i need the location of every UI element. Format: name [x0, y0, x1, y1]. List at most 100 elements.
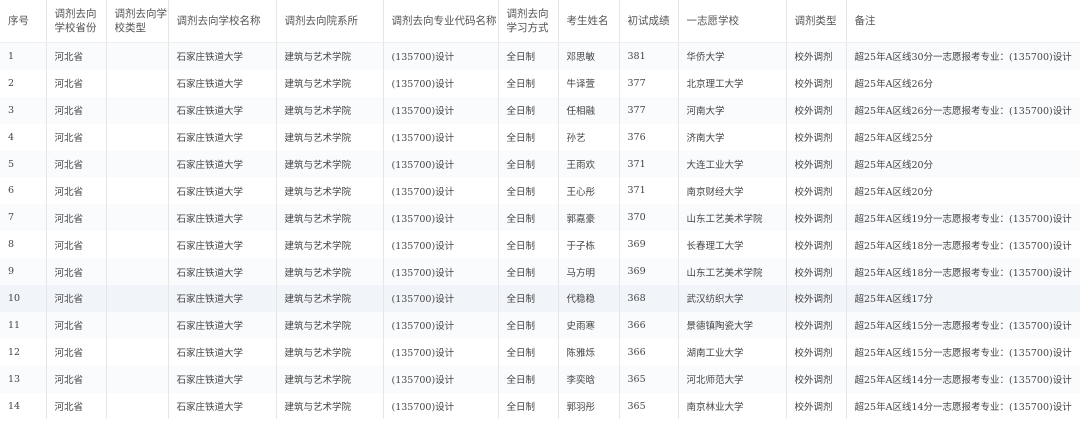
- cell-major: (135700)设计: [383, 231, 499, 259]
- cell-province: 河北省: [46, 311, 107, 339]
- cell-province: 河北省: [46, 177, 107, 205]
- cell-score: 381: [619, 42, 679, 70]
- table-row: 6 河北省 石家庄铁道大学 建筑与艺术学院 (135700)设计 全日制 王心彤 371 南京财…: [0, 177, 1080, 205]
- cell-remarks: 超25年A区线20分: [846, 177, 1080, 205]
- cell-school-type: [106, 123, 169, 151]
- cell-transfer-type: 校外调剂: [786, 69, 847, 97]
- cell-study-mode: 全日制: [498, 311, 559, 339]
- cell-first-choice: 北京理工大学: [678, 69, 787, 97]
- cell-school-name: 石家庄铁道大学: [168, 123, 277, 151]
- cell-school-type: [106, 311, 169, 339]
- cell-first-choice: 河南大学: [678, 96, 787, 124]
- header-major: 调剂去向专业代码名称: [383, 0, 499, 43]
- cell-score: 377: [619, 69, 679, 97]
- cell-school-name: 石家庄铁道大学: [168, 231, 277, 259]
- cell-first-choice: 山东工艺美术学院: [678, 258, 787, 286]
- cell-remarks: 超25年A区线19分一志愿报考专业：(135700)设计: [846, 204, 1080, 232]
- cell-remarks: 超25年A区线25分: [846, 123, 1080, 151]
- table-row: 12 河北省 石家庄铁道大学 建筑与艺术学院 (135700)设计 全日制 陈雅烁 366 湖南…: [0, 338, 1080, 366]
- table-row: 4 河北省 石家庄铁道大学 建筑与艺术学院 (135700)设计 全日制 孙艺 376 济南大学…: [0, 123, 1080, 151]
- cell-school-type: [106, 392, 169, 420]
- cell-department: 建筑与艺术学院: [276, 392, 384, 420]
- cell-transfer-type: 校外调剂: [786, 42, 847, 70]
- cell-department: 建筑与艺术学院: [276, 204, 384, 232]
- cell-province: 河北省: [46, 123, 107, 151]
- cell-score: 376: [619, 123, 679, 151]
- cell-first-choice: 大连工业大学: [678, 150, 787, 178]
- cell-school-type: [106, 365, 169, 393]
- cell-transfer-type: 校外调剂: [786, 338, 847, 366]
- cell-school-type: [106, 150, 169, 178]
- cell-school-name: 石家庄铁道大学: [168, 285, 277, 312]
- cell-remarks: 超25年A区线14分一志愿报考专业：(135700)设计: [846, 365, 1080, 393]
- cell-department: 建筑与艺术学院: [276, 311, 384, 339]
- cell-study-mode: 全日制: [498, 338, 559, 366]
- cell-study-mode: 全日制: [498, 96, 559, 124]
- cell-school-name: 石家庄铁道大学: [168, 258, 277, 286]
- cell-remarks: 超25年A区线14分一志愿报考专业：(135700)设计: [846, 392, 1080, 420]
- cell-score: 365: [619, 365, 679, 393]
- cell-province: 河北省: [46, 204, 107, 232]
- cell-first-choice: 武汉纺织大学: [678, 285, 787, 312]
- header-province: 调剂去向学校省份: [46, 0, 107, 43]
- table-row: 5 河北省 石家庄铁道大学 建筑与艺术学院 (135700)设计 全日制 王雨欢 371 大连工…: [0, 150, 1080, 178]
- cell-first-choice: 河北师范大学: [678, 365, 787, 393]
- cell-study-mode: 全日制: [498, 204, 559, 232]
- cell-first-choice: 南京林业大学: [678, 392, 787, 420]
- cell-school-type: [106, 177, 169, 205]
- cell-transfer-type: 校外调剂: [786, 96, 847, 124]
- cell-student-name: 史雨寒: [558, 311, 620, 339]
- cell-remarks: 超25年A区线18分一志愿报考专业：(135700)设计: [846, 258, 1080, 286]
- cell-transfer-type: 校外调剂: [786, 231, 847, 259]
- table-row: 2 河北省 石家庄铁道大学 建筑与艺术学院 (135700)设计 全日制 牛译萱 377 北京理…: [0, 69, 1080, 97]
- cell-transfer-type: 校外调剂: [786, 311, 847, 339]
- cell-first-choice: 济南大学: [678, 123, 787, 151]
- cell-school-name: 石家庄铁道大学: [168, 365, 277, 393]
- cell-score: 366: [619, 311, 679, 339]
- header-score: 初试成绩: [619, 0, 679, 43]
- cell-department: 建筑与艺术学院: [276, 338, 384, 366]
- header-transfer-type: 调剂类型: [786, 0, 847, 43]
- cell-major: (135700)设计: [383, 204, 499, 232]
- cell-index: 10: [0, 285, 47, 312]
- cell-department: 建筑与艺术学院: [276, 96, 384, 124]
- cell-major: (135700)设计: [383, 285, 499, 312]
- cell-major: (135700)设计: [383, 42, 499, 70]
- cell-department: 建筑与艺术学院: [276, 42, 384, 70]
- table-body: 1 河北省 石家庄铁道大学 建筑与艺术学院 (135700)设计 全日制 邓思敏 381 华侨大…: [0, 42, 1080, 420]
- cell-province: 河北省: [46, 338, 107, 366]
- cell-first-choice: 南京财经大学: [678, 177, 787, 205]
- cell-index: 9: [0, 258, 47, 286]
- header-study-mode: 调剂去向学习方式: [498, 0, 559, 43]
- table-row: 13 河北省 石家庄铁道大学 建筑与艺术学院 (135700)设计 全日制 李奕晗 365 河北…: [0, 365, 1080, 393]
- cell-score: 371: [619, 177, 679, 205]
- cell-school-type: [106, 285, 169, 312]
- cell-school-name: 石家庄铁道大学: [168, 177, 277, 205]
- cell-remarks: 超25年A区线17分: [846, 285, 1080, 312]
- cell-province: 河北省: [46, 231, 107, 259]
- cell-transfer-type: 校外调剂: [786, 204, 847, 232]
- cell-student-name: 郭嘉豪: [558, 204, 620, 232]
- table-header-row: 序号 调剂去向学校省份 调剂去向学校类型 调剂去向学校名称 调剂去向院系所 调剂…: [0, 0, 1080, 43]
- cell-major: (135700)设计: [383, 150, 499, 178]
- cell-first-choice: 湖南工业大学: [678, 338, 787, 366]
- cell-index: 8: [0, 231, 47, 259]
- header-first-choice: 一志愿学校: [678, 0, 787, 43]
- cell-province: 河北省: [46, 258, 107, 286]
- cell-transfer-type: 校外调剂: [786, 177, 847, 205]
- header-department: 调剂去向院系所: [276, 0, 384, 43]
- cell-school-type: [106, 69, 169, 97]
- cell-study-mode: 全日制: [498, 177, 559, 205]
- cell-school-name: 石家庄铁道大学: [168, 150, 277, 178]
- cell-school-name: 石家庄铁道大学: [168, 69, 277, 97]
- cell-department: 建筑与艺术学院: [276, 177, 384, 205]
- cell-remarks: 超25年A区线20分: [846, 150, 1080, 178]
- cell-remarks: 超25年A区线15分一志愿报考专业：(135700)设计: [846, 338, 1080, 366]
- cell-major: (135700)设计: [383, 338, 499, 366]
- cell-province: 河北省: [46, 392, 107, 420]
- cell-major: (135700)设计: [383, 365, 499, 393]
- cell-index: 12: [0, 338, 47, 366]
- cell-index: 2: [0, 69, 47, 97]
- cell-score: 369: [619, 258, 679, 286]
- cell-index: 1: [0, 42, 47, 70]
